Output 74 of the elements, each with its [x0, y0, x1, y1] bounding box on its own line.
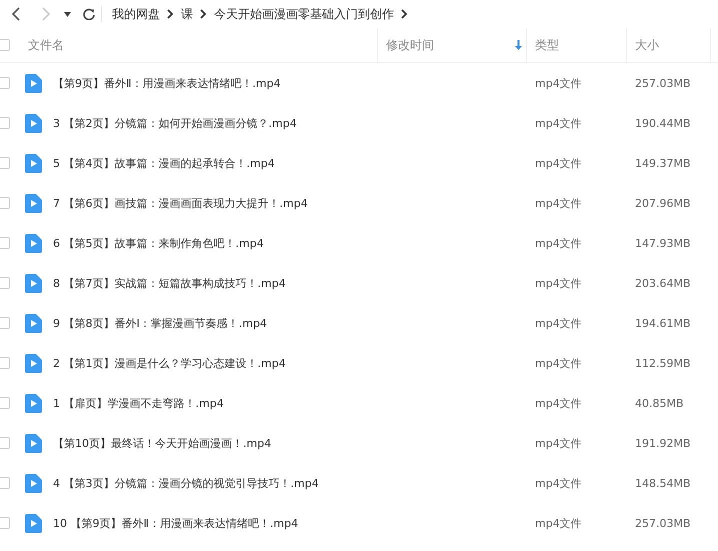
sort-arrow-icon[interactable]	[515, 40, 522, 50]
file-name[interactable]: 8 【第7页】实战篇：短篇故事构成技巧！.mp4	[50, 276, 378, 290]
video-file-icon	[25, 114, 42, 132]
chevron-icon	[200, 9, 207, 19]
refresh-icon[interactable]	[83, 8, 95, 20]
video-file-icon	[25, 314, 42, 332]
file-size: 257.03MB	[634, 516, 692, 530]
file-name[interactable]: 2 【第1页】漫画是什么？学习心态建设！.mp4	[50, 356, 378, 370]
row-checkbox[interactable]	[0, 437, 10, 449]
file-name[interactable]: 6 【第5页】故事篇：来制作角色吧！.mp4	[50, 236, 378, 250]
file-size: 40.85MB	[634, 396, 685, 410]
video-file-icon	[25, 434, 42, 452]
row-checkbox[interactable]	[0, 477, 10, 489]
breadcrumb-link[interactable]: 我的网盘	[112, 6, 160, 22]
row-checkbox[interactable]	[0, 277, 10, 289]
file-type: mp4文件	[534, 76, 583, 90]
file-size: 147.93MB	[634, 236, 692, 250]
column-header[interactable]: 大小	[635, 36, 659, 54]
file-name[interactable]: 7 【第6页】画技篇：漫画画面表现力大提升！.mp4	[50, 196, 378, 210]
file-size: 112.59MB	[634, 356, 692, 370]
video-file-icon	[25, 234, 42, 252]
row-checkbox[interactable]	[0, 397, 10, 409]
video-file-icon	[25, 514, 42, 532]
row-checkbox[interactable]	[0, 197, 10, 209]
file-type: mp4文件	[534, 396, 583, 410]
video-file-icon	[25, 354, 42, 372]
column-header[interactable]: 修改时间	[386, 36, 434, 54]
file-name[interactable]: 10 【第9页】番外Ⅱ：用漫画来表达情绪吧！.mp4	[50, 516, 378, 530]
file-type: mp4文件	[534, 116, 583, 130]
video-file-icon	[25, 394, 42, 412]
file-type: mp4文件	[534, 196, 583, 210]
file-type: mp4文件	[534, 236, 583, 250]
column-header[interactable]: 类型	[535, 36, 559, 54]
select-all-checkbox[interactable]	[0, 39, 10, 51]
row-checkbox[interactable]	[0, 357, 10, 369]
column-header[interactable]: 文件名	[28, 36, 64, 54]
file-size: 203.64MB	[634, 276, 692, 290]
video-file-icon	[25, 74, 42, 92]
video-file-icon	[25, 194, 42, 212]
file-type: mp4文件	[534, 316, 583, 330]
file-size: 190.44MB	[634, 116, 692, 130]
file-size: 257.03MB	[634, 76, 692, 90]
file-type: mp4文件	[534, 436, 583, 450]
file-name[interactable]: 【第9页】番外Ⅱ：用漫画来表达情绪吧！.mp4	[50, 76, 378, 90]
video-file-icon	[25, 154, 42, 172]
chevron-icon	[401, 9, 408, 19]
file-type: mp4文件	[534, 276, 583, 290]
file-name[interactable]: 1 【扉页】学漫画不走弯路！.mp4	[50, 396, 378, 410]
row-checkbox[interactable]	[0, 157, 10, 169]
file-name[interactable]: 【第10页】最终话！今天开始画漫画！.mp4	[50, 436, 378, 450]
row-checkbox[interactable]	[0, 237, 10, 249]
file-type: mp4文件	[534, 516, 583, 530]
dropdown-icon[interactable]	[64, 12, 71, 16]
row-checkbox[interactable]	[0, 317, 10, 329]
video-file-icon	[25, 474, 42, 492]
file-size: 207.96MB	[634, 196, 692, 210]
file-size: 149.37MB	[634, 156, 692, 170]
file-name[interactable]: 9 【第8页】番外Ⅰ：掌握漫画节奏感！.mp4	[50, 316, 378, 330]
row-checkbox[interactable]	[0, 77, 10, 89]
file-type: mp4文件	[534, 156, 583, 170]
breadcrumb-link[interactable]: 课	[181, 6, 193, 22]
file-name[interactable]: 4 【第3页】分镜篇：漫画分镜的视觉引导技巧！.mp4	[50, 476, 378, 490]
row-checkbox[interactable]	[0, 117, 10, 129]
file-size: 148.54MB	[634, 476, 692, 490]
file-name[interactable]: 5 【第4页】故事篇：漫画的起承转合！.mp4	[50, 156, 378, 170]
file-type: mp4文件	[534, 476, 583, 490]
breadcrumb-link[interactable]: 今天开始画漫画零基础入门到创作	[214, 6, 394, 22]
file-type: mp4文件	[534, 356, 583, 370]
row-checkbox[interactable]	[0, 517, 10, 529]
file-size: 194.61MB	[634, 316, 692, 330]
file-size: 191.92MB	[634, 436, 692, 450]
video-file-icon	[25, 274, 42, 292]
chevron-icon	[167, 9, 174, 19]
file-name[interactable]: 3 【第2页】分镜篇：如何开始画漫画分镜？.mp4	[50, 116, 378, 130]
